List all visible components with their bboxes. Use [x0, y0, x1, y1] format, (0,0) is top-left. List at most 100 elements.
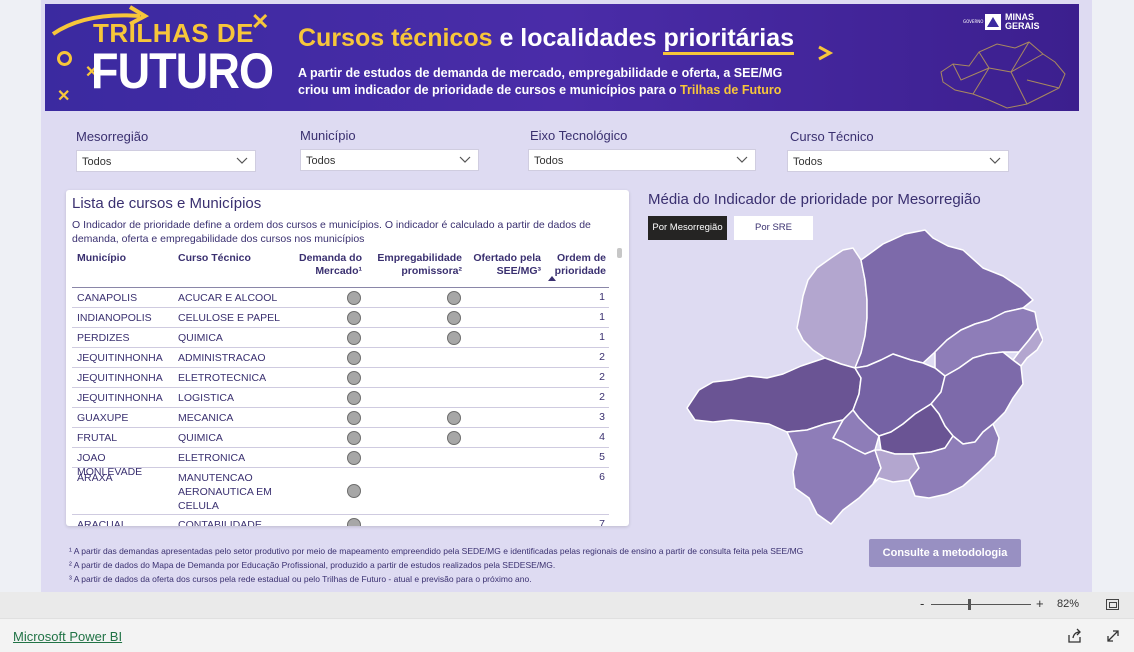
municipio-dropdown[interactable]: Todos — [300, 149, 479, 171]
row-divider — [72, 427, 609, 428]
col-header-empregabilidade[interactable]: Empregabilidade promissora² — [368, 252, 462, 278]
cell-ordem: 2 — [599, 371, 605, 383]
footnote-2: ² A partir de dados do Mapa de Demanda p… — [69, 560, 556, 570]
demanda-indicator-icon — [347, 311, 361, 325]
table-description: O Indicador de prioridade define a ordem… — [72, 219, 591, 245]
row-divider — [72, 367, 609, 368]
dropdown-value: Todos — [534, 155, 564, 167]
footer: Microsoft Power BI — [0, 618, 1134, 652]
cell-curso: LOGISTICA — [178, 392, 235, 404]
chevron-down-icon — [736, 156, 748, 163]
col-header-demanda[interactable]: Demanda do Mercado¹ — [292, 252, 362, 278]
dropdown-value: Todos — [306, 155, 336, 167]
col-header-municipio[interactable]: Município — [77, 252, 126, 265]
curso-dropdown[interactable]: Todos — [787, 150, 1009, 172]
state-emblem-icon — [985, 14, 1001, 30]
header-banner: ✕ ✕ ✕ TRILHAS DE FUTURO Cursos técnicos … — [45, 4, 1079, 111]
empregabilidade-indicator-icon — [447, 431, 461, 445]
filter-eixo-tecnologico: Eixo Tecnológico Todos — [528, 128, 756, 171]
course-table-card: Lista de cursos e Municípios O Indicador… — [66, 190, 629, 526]
filter-curso-tecnico: Curso Técnico Todos — [787, 129, 1009, 172]
demanda-indicator-icon — [347, 331, 361, 345]
mesorregiao-map[interactable] — [683, 228, 1043, 528]
cell-curso: MECANICA — [178, 412, 234, 424]
expand-icon[interactable] — [1105, 628, 1121, 644]
banner-desc-highlight: Trilhas de Futuro — [680, 83, 782, 97]
demanda-indicator-icon — [347, 451, 361, 465]
filter-mesorregiao: Mesorregião Todos — [76, 129, 256, 172]
row-divider — [72, 327, 609, 328]
empregabilidade-indicator-icon — [447, 291, 461, 305]
chevron-down-icon — [989, 157, 1001, 164]
filter-label: Eixo Tecnológico — [530, 128, 628, 143]
cell-curso: ADMINISTRACAO — [178, 352, 266, 364]
filter-label: Mesorregião — [76, 129, 149, 144]
share-icon[interactable] — [1067, 628, 1083, 644]
row-divider — [72, 447, 609, 448]
cell-curso: ELETROTECNICA — [178, 372, 267, 384]
demanda-indicator-icon — [347, 351, 361, 365]
table-scrollbar[interactable] — [617, 248, 622, 258]
cell-municipio: FRUTAL — [77, 432, 118, 444]
banner-title-highlight: Cursos técnicos — [298, 24, 493, 52]
footnote-3: ³ A partir de dados da oferta dos cursos… — [69, 574, 532, 584]
cell-ordem: 6 — [599, 471, 605, 483]
cell-curso: ELETRONICA — [178, 452, 246, 464]
dropdown-value: Todos — [793, 156, 823, 168]
filter-municipio: Município Todos — [300, 128, 479, 171]
col-header-ordem[interactable]: Ordem de prioridade — [548, 252, 606, 278]
chevron-down-icon — [459, 156, 471, 163]
map-region-noroeste[interactable] — [796, 247, 868, 369]
cell-municipio: JEQUITINHONHA — [77, 352, 163, 364]
cell-municipio: ARACUAI — [77, 519, 124, 526]
zoom-in-button[interactable]: + — [1036, 596, 1044, 611]
demanda-indicator-icon — [347, 291, 361, 305]
demanda-indicator-icon — [347, 411, 361, 425]
row-divider — [72, 407, 609, 408]
banner-map-outline-icon — [940, 41, 1066, 109]
cell-ordem: 1 — [599, 331, 605, 343]
banner-desc-line: A partir de estudos de demanda de mercad… — [298, 66, 783, 80]
row-divider — [72, 347, 609, 348]
cell-municipio: CANAPOLIS — [77, 292, 138, 304]
state-name: MINAS GERAIS — [1005, 12, 1040, 31]
empregabilidade-indicator-icon — [447, 331, 461, 345]
cell-curso: CELULOSE E PAPEL — [178, 312, 280, 324]
demanda-indicator-icon — [347, 431, 361, 445]
row-divider — [72, 387, 609, 388]
logo-x-icon: ✕ — [57, 88, 71, 105]
banner-desc-text: criou um indicador de prioridade de curs… — [298, 83, 681, 97]
methodology-button[interactable]: Consulte a metodologia — [869, 539, 1021, 567]
cell-ordem: 4 — [599, 431, 605, 443]
cell-ordem: 7 — [599, 518, 605, 526]
col-header-curso[interactable]: Curso Técnico — [178, 252, 251, 265]
eixo-dropdown[interactable]: Todos — [528, 149, 756, 171]
zoom-slider[interactable] — [931, 604, 1031, 605]
row-divider — [72, 467, 609, 468]
cell-ordem: 5 — [599, 451, 605, 463]
footnote-1: ¹ A partir das demandas apresentadas pel… — [69, 546, 804, 556]
empregabilidade-indicator-icon — [447, 411, 461, 425]
cell-ordem: 2 — [599, 391, 605, 403]
demanda-indicator-icon — [347, 371, 361, 385]
map-region-triangulo[interactable] — [686, 357, 862, 433]
dropdown-value: Todos — [82, 156, 112, 168]
cell-curso: QUIMICA — [178, 432, 223, 444]
cell-municipio: INDIANOPOLIS — [77, 312, 152, 324]
power-bi-link[interactable]: Microsoft Power BI — [13, 629, 122, 644]
map-title: Média do Indicador de prioridade por Mes… — [648, 191, 981, 208]
zoom-slider-thumb[interactable] — [968, 599, 971, 610]
mesorregiao-dropdown[interactable]: Todos — [76, 150, 256, 172]
cell-ordem: 2 — [599, 351, 605, 363]
banner-title: Cursos técnicos e localidades prioritári… — [298, 24, 795, 55]
row-divider — [72, 287, 609, 288]
cell-ordem: 3 — [599, 411, 605, 423]
logo-circle-icon — [57, 51, 72, 66]
table-title: Lista de cursos e Municípios — [72, 195, 262, 212]
banner-title-text: e localidades — [492, 24, 664, 52]
fit-to-page-icon[interactable] — [1106, 599, 1119, 610]
sort-ascending-icon — [548, 276, 556, 281]
zoom-out-button[interactable]: - — [920, 596, 924, 611]
col-header-ofertado[interactable]: Ofertado pela SEE/MG³ — [466, 252, 541, 278]
row-divider — [72, 307, 609, 308]
